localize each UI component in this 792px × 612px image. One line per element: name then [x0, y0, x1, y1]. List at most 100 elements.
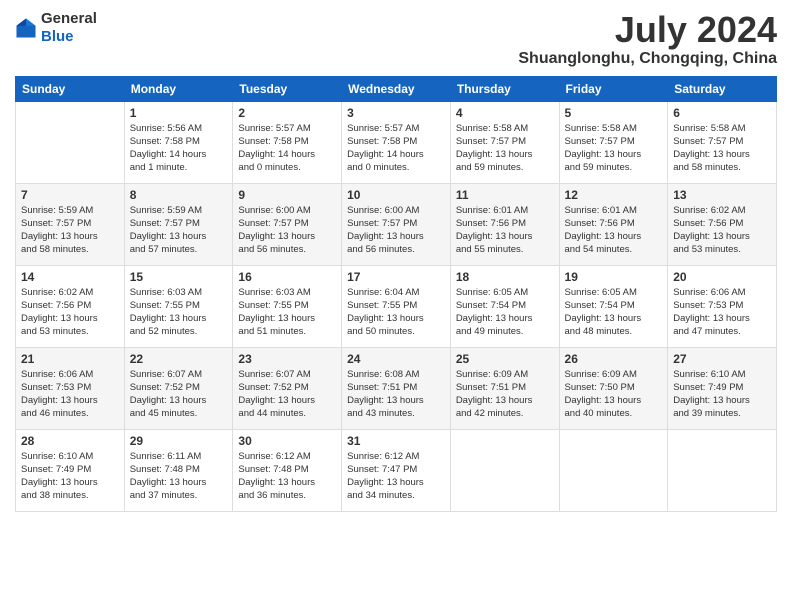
- day-number: 31: [347, 434, 445, 448]
- day-number: 22: [130, 352, 228, 366]
- day-number: 24: [347, 352, 445, 366]
- day-number: 21: [21, 352, 119, 366]
- calendar-cell: 29 Sunrise: 6:11 AM Sunset: 7:48 PM Dayli…: [124, 429, 233, 511]
- calendar-cell: 8Sunrise: 5:59 AM Sunset: 7:57 PM Daylig…: [124, 183, 233, 265]
- cell-content: Sunrise: 6:06 AM Sunset: 7:53 PM Dayligh…: [21, 368, 119, 421]
- calendar-cell: 21 Sunrise: 6:06 AM Sunset: 7:53 PM Dayli…: [16, 347, 125, 429]
- cell-content: Sunrise: 6:07 AM Sunset: 7:52 PM Dayligh…: [238, 368, 336, 421]
- calendar-cell: 11 Sunrise: 6:01 AM Sunset: 7:56 PM Dayli…: [450, 183, 559, 265]
- day-header-saturday: Saturday: [668, 76, 777, 101]
- calendar-cell: 23 Sunrise: 6:07 AM Sunset: 7:52 PM Dayli…: [233, 347, 342, 429]
- calendar-cell: 30Sunrise: 6:12 AM Sunset: 7:48 PM Dayli…: [233, 429, 342, 511]
- calendar-cell: 31 Sunrise: 6:12 AM Sunset: 7:47 PM Dayli…: [342, 429, 451, 511]
- day-number: 18: [456, 270, 554, 284]
- cell-content: Sunrise: 6:09 AM Sunset: 7:51 PM Dayligh…: [456, 368, 554, 421]
- cell-content: Sunrise: 6:06 AM Sunset: 7:53 PM Dayligh…: [673, 286, 771, 339]
- cell-content: Sunrise: 5:58 AM Sunset: 7:57 PM Dayligh…: [673, 122, 771, 175]
- days-header-row: SundayMondayTuesdayWednesdayThursdayFrid…: [16, 76, 777, 101]
- cell-content: Sunrise: 6:03 AM Sunset: 7:55 PM Dayligh…: [130, 286, 228, 339]
- location-subtitle: Shuanglonghu, Chongqing, China: [518, 50, 777, 68]
- cell-content: Sunrise: 6:02 AM Sunset: 7:56 PM Dayligh…: [673, 204, 771, 257]
- day-number: 14: [21, 270, 119, 284]
- day-header-tuesday: Tuesday: [233, 76, 342, 101]
- calendar-cell: [668, 429, 777, 511]
- logo: General Blue: [15, 10, 97, 46]
- day-number: 23: [238, 352, 336, 366]
- title-section: July 2024 Shuanglonghu, Chongqing, China: [518, 10, 777, 68]
- calendar-cell: 2 Sunrise: 5:57 AM Sunset: 7:58 PM Daylig…: [233, 101, 342, 183]
- cell-content: Sunrise: 6:07 AM Sunset: 7:52 PM Dayligh…: [130, 368, 228, 421]
- calendar-cell: 3Sunrise: 5:57 AM Sunset: 7:58 PM Daylig…: [342, 101, 451, 183]
- calendar-cell: 7 Sunrise: 5:59 AM Sunset: 7:57 PM Daylig…: [16, 183, 125, 265]
- calendar-cell: 20 Sunrise: 6:06 AM Sunset: 7:53 PM Dayli…: [668, 265, 777, 347]
- week-row-4: 21 Sunrise: 6:06 AM Sunset: 7:53 PM Dayli…: [16, 347, 777, 429]
- cell-content: Sunrise: 6:12 AM Sunset: 7:48 PM Dayligh…: [238, 450, 336, 503]
- calendar-cell: 27Sunrise: 6:10 AM Sunset: 7:49 PM Dayli…: [668, 347, 777, 429]
- day-number: 28: [21, 434, 119, 448]
- day-number: 2: [238, 106, 336, 120]
- cell-content: Sunrise: 6:01 AM Sunset: 7:56 PM Dayligh…: [456, 204, 554, 257]
- cell-content: Sunrise: 6:05 AM Sunset: 7:54 PM Dayligh…: [565, 286, 663, 339]
- calendar-cell: 14 Sunrise: 6:02 AM Sunset: 7:56 PM Dayli…: [16, 265, 125, 347]
- logo-icon: [15, 17, 37, 39]
- calendar-cell: 13 Sunrise: 6:02 AM Sunset: 7:56 PM Dayli…: [668, 183, 777, 265]
- cell-content: Sunrise: 6:10 AM Sunset: 7:49 PM Dayligh…: [21, 450, 119, 503]
- day-number: 29: [130, 434, 228, 448]
- day-number: 26: [565, 352, 663, 366]
- day-header-sunday: Sunday: [16, 76, 125, 101]
- cell-content: Sunrise: 6:00 AM Sunset: 7:57 PM Dayligh…: [238, 204, 336, 257]
- cell-content: Sunrise: 6:10 AM Sunset: 7:49 PM Dayligh…: [673, 368, 771, 421]
- calendar-cell: 4Sunrise: 5:58 AM Sunset: 7:57 PM Daylig…: [450, 101, 559, 183]
- calendar-cell: [559, 429, 668, 511]
- week-row-2: 7 Sunrise: 5:59 AM Sunset: 7:57 PM Daylig…: [16, 183, 777, 265]
- week-row-1: 1Sunrise: 5:56 AM Sunset: 7:58 PM Daylig…: [16, 101, 777, 183]
- day-header-monday: Monday: [124, 76, 233, 101]
- day-number: 12: [565, 188, 663, 202]
- logo-general: General: [41, 10, 97, 27]
- cell-content: Sunrise: 6:05 AM Sunset: 7:54 PM Dayligh…: [456, 286, 554, 339]
- calendar-cell: 26 Sunrise: 6:09 AM Sunset: 7:50 PM Dayli…: [559, 347, 668, 429]
- calendar-cell: 18 Sunrise: 6:05 AM Sunset: 7:54 PM Dayli…: [450, 265, 559, 347]
- cell-content: Sunrise: 6:02 AM Sunset: 7:56 PM Dayligh…: [21, 286, 119, 339]
- week-row-3: 14 Sunrise: 6:02 AM Sunset: 7:56 PM Dayli…: [16, 265, 777, 347]
- cell-content: Sunrise: 5:59 AM Sunset: 7:57 PM Dayligh…: [130, 204, 228, 257]
- calendar-cell: 12 Sunrise: 6:01 AM Sunset: 7:56 PM Dayli…: [559, 183, 668, 265]
- cell-content: Sunrise: 6:09 AM Sunset: 7:50 PM Dayligh…: [565, 368, 663, 421]
- calendar-cell: 6 Sunrise: 5:58 AM Sunset: 7:57 PM Daylig…: [668, 101, 777, 183]
- day-number: 4: [456, 106, 554, 120]
- day-number: 13: [673, 188, 771, 202]
- calendar-cell: 28 Sunrise: 6:10 AM Sunset: 7:49 PM Dayli…: [16, 429, 125, 511]
- calendar-cell: 16 Sunrise: 6:03 AM Sunset: 7:55 PM Dayli…: [233, 265, 342, 347]
- day-number: 19: [565, 270, 663, 284]
- day-number: 25: [456, 352, 554, 366]
- day-number: 20: [673, 270, 771, 284]
- cell-content: Sunrise: 6:12 AM Sunset: 7:47 PM Dayligh…: [347, 450, 445, 503]
- day-number: 6: [673, 106, 771, 120]
- day-number: 11: [456, 188, 554, 202]
- cell-content: Sunrise: 5:58 AM Sunset: 7:57 PM Dayligh…: [565, 122, 663, 175]
- cell-content: Sunrise: 5:57 AM Sunset: 7:58 PM Dayligh…: [238, 122, 336, 175]
- day-number: 9: [238, 188, 336, 202]
- cell-content: Sunrise: 5:59 AM Sunset: 7:57 PM Dayligh…: [21, 204, 119, 257]
- day-number: 16: [238, 270, 336, 284]
- calendar-cell: 5 Sunrise: 5:58 AM Sunset: 7:57 PM Daylig…: [559, 101, 668, 183]
- cell-content: Sunrise: 6:00 AM Sunset: 7:57 PM Dayligh…: [347, 204, 445, 257]
- day-number: 10: [347, 188, 445, 202]
- header: General Blue July 2024 Shuanglonghu, Cho…: [15, 10, 777, 68]
- cell-content: Sunrise: 6:08 AM Sunset: 7:51 PM Dayligh…: [347, 368, 445, 421]
- cell-content: Sunrise: 6:01 AM Sunset: 7:56 PM Dayligh…: [565, 204, 663, 257]
- page: General Blue July 2024 Shuanglonghu, Cho…: [0, 0, 792, 612]
- cell-content: Sunrise: 6:11 AM Sunset: 7:48 PM Dayligh…: [130, 450, 228, 503]
- day-number: 15: [130, 270, 228, 284]
- day-number: 7: [21, 188, 119, 202]
- calendar-cell: 22 Sunrise: 6:07 AM Sunset: 7:52 PM Dayli…: [124, 347, 233, 429]
- cell-content: Sunrise: 6:03 AM Sunset: 7:55 PM Dayligh…: [238, 286, 336, 339]
- cell-content: Sunrise: 6:04 AM Sunset: 7:55 PM Dayligh…: [347, 286, 445, 339]
- day-number: 5: [565, 106, 663, 120]
- week-row-5: 28 Sunrise: 6:10 AM Sunset: 7:49 PM Dayli…: [16, 429, 777, 511]
- cell-content: Sunrise: 5:56 AM Sunset: 7:58 PM Dayligh…: [130, 122, 228, 175]
- logo-blue: Blue: [41, 28, 74, 45]
- logo-text: General Blue: [41, 10, 97, 46]
- day-header-thursday: Thursday: [450, 76, 559, 101]
- calendar-cell: 9 Sunrise: 6:00 AM Sunset: 7:57 PM Daylig…: [233, 183, 342, 265]
